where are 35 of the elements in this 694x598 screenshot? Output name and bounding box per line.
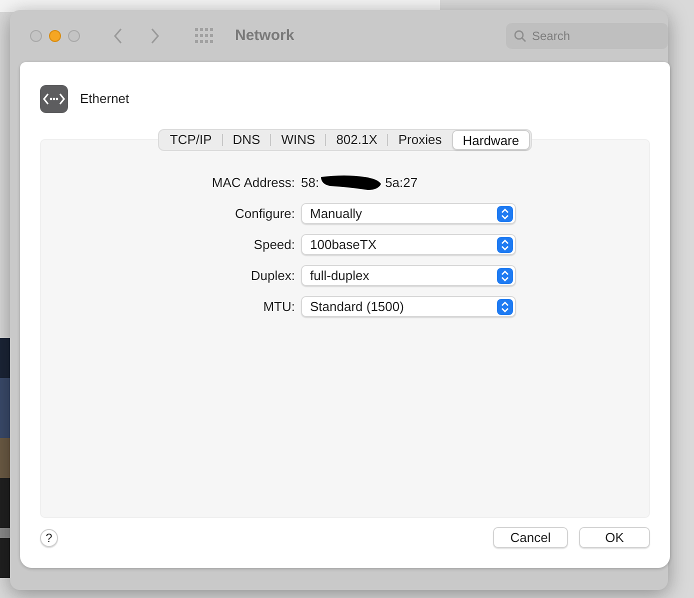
tab[interactable]: Hardware xyxy=(452,130,530,150)
cancel-button[interactable]: Cancel xyxy=(493,527,568,548)
mac-address-label: MAC Address: xyxy=(210,174,295,192)
help-button[interactable]: ? xyxy=(40,528,58,546)
close-button[interactable] xyxy=(30,30,42,42)
search-field[interactable]: Search xyxy=(506,23,668,49)
zoom-button[interactable] xyxy=(68,30,80,42)
tab[interactable]: DNS xyxy=(222,130,270,150)
ok-button[interactable]: OK xyxy=(579,527,650,548)
back-icon[interactable] xyxy=(113,28,123,44)
service-name: Ethernet xyxy=(80,90,130,108)
mac-address-value: 5a:27 xyxy=(385,174,418,192)
field-label: Duplex: xyxy=(250,266,295,285)
mac-address-value: 58: xyxy=(301,174,320,192)
tab[interactable]: WINS xyxy=(271,130,326,150)
search-icon xyxy=(514,30,526,42)
forward-icon[interactable] xyxy=(150,28,160,44)
field-label: Speed: xyxy=(252,236,295,254)
stepper-icon xyxy=(497,236,513,252)
tab[interactable]: 802.1X xyxy=(326,130,388,150)
tab[interactable]: TCP/IP xyxy=(160,130,222,150)
popup-button[interactable]: Manually xyxy=(301,203,516,224)
tab[interactable]: Proxies xyxy=(388,130,452,150)
window-title: Network xyxy=(235,26,294,46)
stepper-icon xyxy=(497,298,513,314)
field-label: MTU: xyxy=(262,298,295,316)
popup-button[interactable]: full-duplex xyxy=(301,265,516,286)
network-icon xyxy=(40,85,68,113)
popup-button[interactable]: 100baseTX xyxy=(301,234,516,255)
minimize-button[interactable] xyxy=(49,30,61,42)
popup-button[interactable]: Standard (1500) xyxy=(301,296,516,317)
grid-icon[interactable] xyxy=(195,28,213,44)
stepper-icon xyxy=(497,206,513,222)
field-label: Configure: xyxy=(234,204,295,223)
stepper-icon xyxy=(497,268,513,284)
